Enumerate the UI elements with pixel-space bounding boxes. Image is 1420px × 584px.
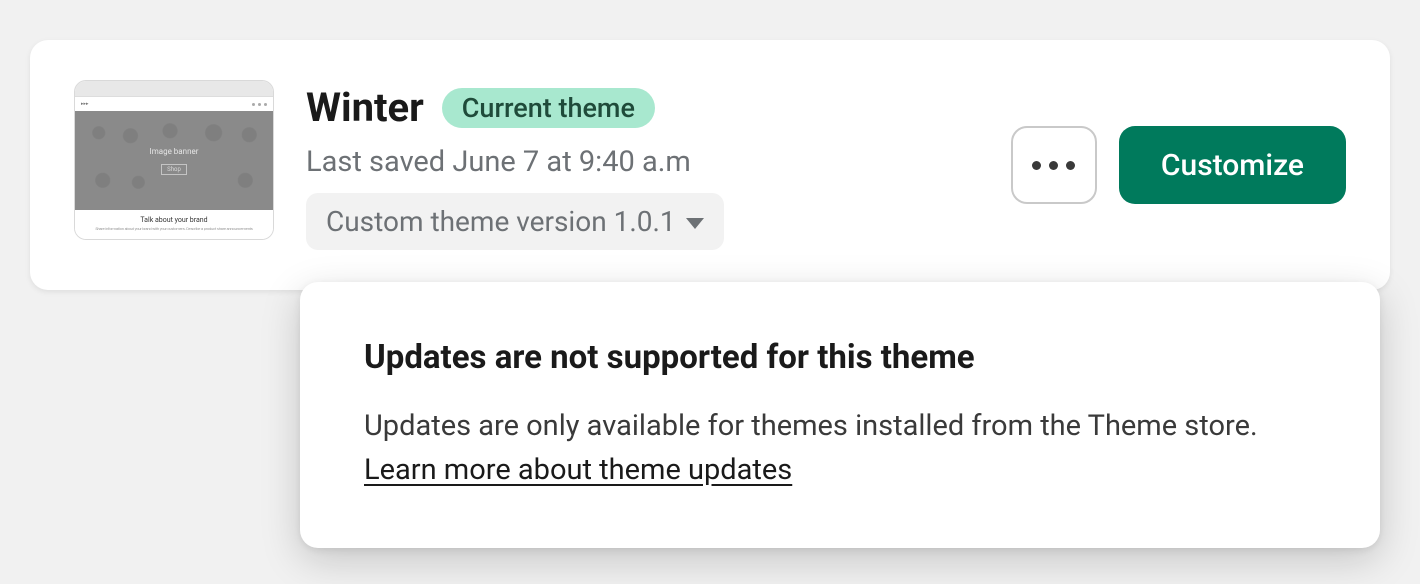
popover-body-text: Updates are only available for themes in… <box>364 409 1258 443</box>
thumbnail-hero-label: Image banner <box>150 147 199 156</box>
dot-icon <box>1066 161 1075 170</box>
thumbnail-footer: Talk about your brand Share information … <box>75 210 273 239</box>
thumbnail-hero: Image banner Shop <box>75 111 273 210</box>
title-row: Winter Current theme <box>306 84 979 131</box>
more-actions-button[interactable] <box>1011 126 1097 204</box>
thumbnail-browser-chrome <box>75 81 273 97</box>
theme-actions: Customize <box>1011 126 1346 204</box>
caret-down-icon <box>686 218 704 229</box>
theme-version-label: Custom theme version 1.0.1 <box>326 205 676 238</box>
thumbnail-nav-bar: ▸▸▸ <box>75 97 273 111</box>
theme-info: Winter Current theme Last saved June 7 a… <box>306 80 979 250</box>
learn-more-link[interactable]: Learn more about theme updates <box>364 453 792 487</box>
last-saved-text: Last saved June 7 at 9:40 a.m <box>306 145 979 179</box>
dot-icon <box>1032 161 1041 170</box>
popover-body: Updates are only available for themes in… <box>364 405 1316 492</box>
theme-thumbnail: ▸▸▸ Image banner Shop Talk about your br… <box>74 80 274 240</box>
version-popover: Updates are not supported for this theme… <box>300 282 1380 548</box>
thumbnail-footer-title: Talk about your brand <box>79 216 269 224</box>
thumbnail-footer-sub: Share information about your brand with … <box>79 226 269 231</box>
theme-title: Winter <box>306 84 424 131</box>
popover-title: Updates are not supported for this theme <box>364 338 1316 377</box>
thumbnail-hero-button: Shop <box>161 164 187 175</box>
customize-button[interactable]: Customize <box>1119 126 1346 204</box>
theme-card: ▸▸▸ Image banner Shop Talk about your br… <box>30 40 1390 290</box>
dot-icon <box>1049 161 1058 170</box>
current-theme-badge: Current theme <box>442 88 655 128</box>
theme-version-dropdown[interactable]: Custom theme version 1.0.1 <box>306 193 724 250</box>
